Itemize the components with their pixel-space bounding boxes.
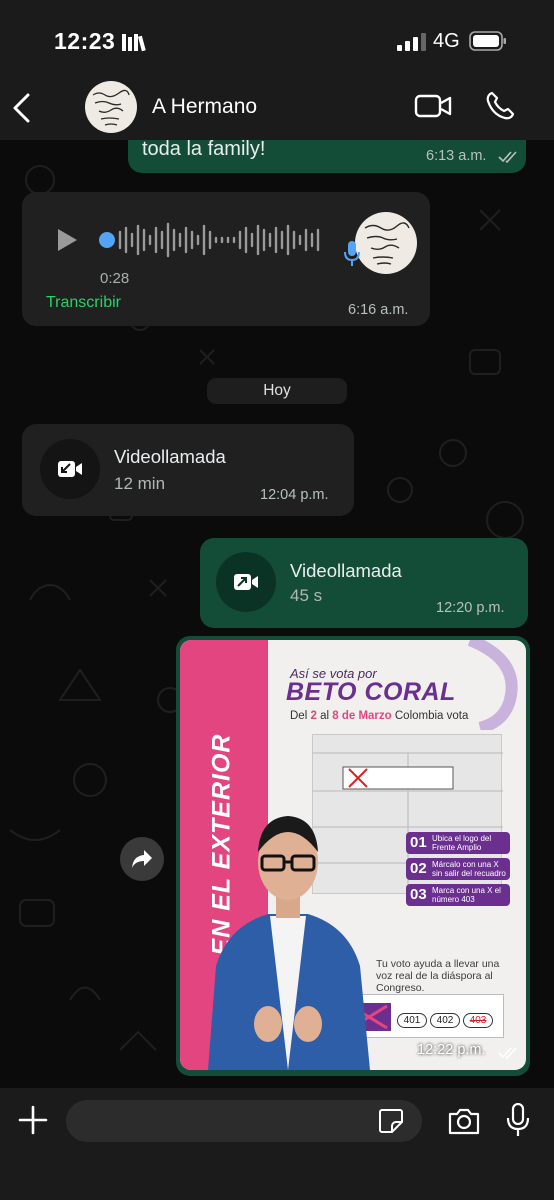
attach-plus-icon[interactable]	[18, 1105, 48, 1135]
microphone-icon	[344, 241, 360, 266]
outgoing-text-message[interactable]: toda la family! 6:13 a.m.	[128, 140, 526, 173]
outgoing-image-message[interactable]: EN EL EXTERIOR Así se vota por BETO CORA…	[176, 636, 530, 1076]
message-time: 12:20 p.m.	[436, 600, 505, 616]
incoming-voice-message[interactable]: 0:28 Transcribir 6:16 a.m.	[22, 192, 430, 326]
chat-header: A Hermano	[0, 80, 554, 140]
poster-step-3: 03 Marca con una X el número 403	[406, 884, 510, 906]
incoming-video-call-message[interactable]: Videollamada 12 min 12:04 p.m.	[22, 424, 354, 516]
message-input-bar	[0, 1088, 554, 1200]
play-icon[interactable]	[56, 228, 78, 252]
status-bar: 12:23 4G	[0, 0, 554, 80]
outgoing-video-call-icon	[234, 574, 258, 590]
network-type: 4G	[433, 30, 460, 52]
library-status-icon	[122, 34, 146, 52]
poster-subtitle: Del 2 al 8 de Marzo Colombia vota	[290, 710, 469, 722]
candidate-numbers: 401 402 403	[397, 1013, 496, 1028]
message-time: 6:16 a.m.	[348, 302, 409, 318]
forward-button[interactable]	[120, 837, 164, 881]
outgoing-video-call-message[interactable]: Videollamada 45 s 12:20 p.m.	[200, 538, 528, 628]
cellular-signal-icon	[397, 33, 426, 51]
call-duration: 45 s	[290, 586, 323, 605]
status-time: 12:23	[54, 28, 116, 54]
voice-duration: 0:28	[100, 270, 130, 287]
day-separator: Hoy	[207, 378, 347, 404]
read-receipt-icon	[498, 151, 517, 164]
call-icon-circle	[216, 552, 276, 612]
avatar-sketch-icon	[92, 89, 130, 126]
message-text: toda la family!	[142, 140, 266, 160]
voice-sender-avatar	[355, 212, 417, 274]
voice-record-icon[interactable]	[506, 1103, 530, 1137]
poster-title: BETO CORAL	[286, 678, 456, 706]
read-receipt-icon	[498, 1047, 517, 1060]
call-title: Videollamada	[114, 446, 226, 467]
candidate-photo	[208, 816, 370, 1070]
audio-waveform[interactable]	[98, 218, 324, 262]
camera-icon[interactable]	[447, 1107, 481, 1135]
call-icon-circle	[40, 439, 100, 499]
contact-avatar[interactable]	[85, 81, 137, 133]
call-title: Videollamada	[290, 560, 402, 581]
incoming-video-call-icon	[58, 461, 82, 477]
message-time: 12:22 p.m.	[417, 1042, 486, 1058]
video-call-icon[interactable]	[414, 93, 452, 119]
battery-icon	[469, 31, 506, 51]
back-icon[interactable]	[10, 92, 34, 124]
message-time: 12:04 p.m.	[260, 487, 329, 503]
avatar-sketch-icon	[364, 222, 410, 265]
campaign-poster-image[interactable]: EN EL EXTERIOR Así se vota por BETO CORA…	[180, 640, 526, 1070]
chat-area[interactable]: toda la family! 6:13 a.m. 0:28 Transcrib…	[0, 140, 554, 1088]
message-time: 6:13 a.m.	[426, 148, 487, 164]
message-input[interactable]	[66, 1100, 422, 1142]
sticker-icon[interactable]	[378, 1108, 404, 1134]
poster-footer-text: Tu voto ayuda a llevar una voz real de l…	[376, 958, 500, 994]
transcribe-button[interactable]: Transcribir	[46, 294, 121, 312]
poster-step-2: 02 Márcalo con una X sin salir del recuad…	[406, 858, 510, 880]
poster-step-1: 01 Ubica el logo del Frente Amplio	[406, 832, 510, 854]
call-duration: 12 min	[114, 474, 166, 493]
phone-call-icon[interactable]	[484, 90, 516, 122]
forward-icon	[132, 850, 152, 868]
poster-decoration	[467, 640, 518, 730]
contact-name[interactable]: A Hermano	[152, 95, 257, 119]
